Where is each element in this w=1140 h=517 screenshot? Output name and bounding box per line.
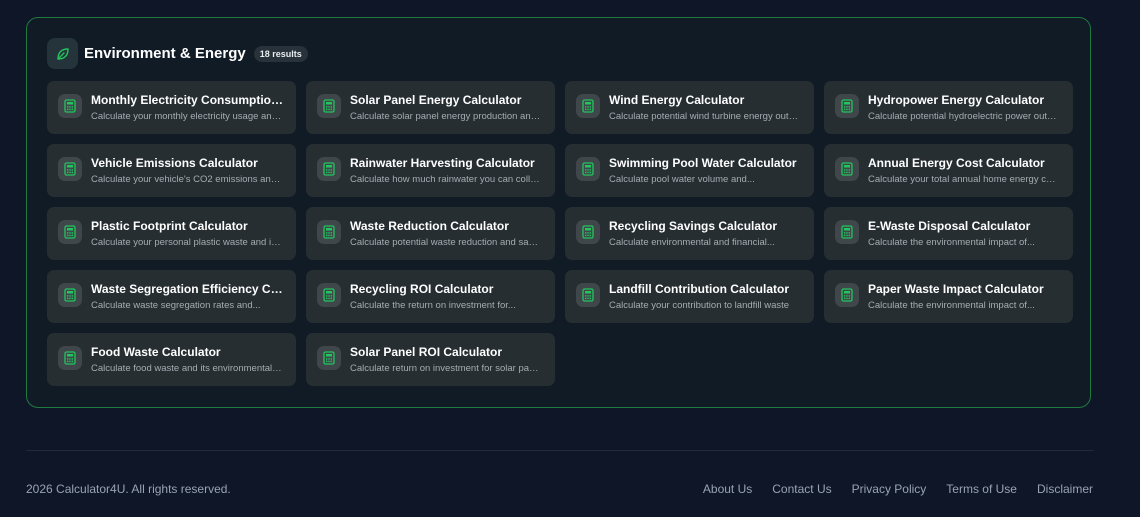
footer-link-privacy-policy[interactable]: Privacy Policy — [852, 482, 927, 496]
calculator-card-title: Landfill Contribution Calculator — [609, 282, 789, 296]
calculator-card-title: Food Waste Calculator — [91, 345, 221, 359]
calculator-card-description: Calculate your total annual home energy … — [868, 174, 1060, 185]
calculator-card[interactable]: Hydropower Energy Calculator Calculate po… — [824, 81, 1073, 134]
footer-link-about-us[interactable]: About Us — [703, 482, 752, 496]
calculator-card-title: Paper Waste Impact Calculator — [868, 282, 1044, 296]
calculator-card-title: Solar Panel Energy Calculator — [350, 93, 522, 107]
calculator-card-description: Calculate food waste and its environment… — [91, 363, 283, 374]
calculator-card[interactable]: Solar Panel Energy Calculator Calculate s… — [306, 81, 555, 134]
calculator-card-description: Calculate return on investment for solar… — [350, 363, 542, 374]
calculator-card-title: E-Waste Disposal Calculator — [868, 219, 1031, 233]
calculator-card[interactable]: Swimming Pool Water Calculator Calculate … — [565, 144, 814, 197]
calculator-icon — [58, 94, 82, 118]
calculator-card[interactable]: Paper Waste Impact Calculator Calculate t… — [824, 270, 1073, 323]
calculator-card[interactable]: Waste Reduction Calculator Calculate pote… — [306, 207, 555, 260]
category-header: Environment & Energy 18 results — [47, 38, 308, 69]
calculator-card[interactable]: Landfill Contribution Calculator Calculat… — [565, 270, 814, 323]
calculator-icon — [317, 94, 341, 118]
calculator-card[interactable]: Plastic Footprint Calculator Calculate yo… — [47, 207, 296, 260]
copyright-text: 2026 Calculator4U. All rights reserved. — [26, 482, 231, 496]
calculator-icon — [576, 220, 600, 244]
leaf-icon — [47, 38, 78, 69]
calculator-card-description: Calculate your personal plastic waste an… — [91, 237, 283, 248]
calculator-card-title: Plastic Footprint Calculator — [91, 219, 248, 233]
calculator-card-title: Waste Reduction Calculator — [350, 219, 509, 233]
calculator-card-title: Hydropower Energy Calculator — [868, 93, 1045, 107]
calculator-card[interactable]: Solar Panel ROI Calculator Calculate retu… — [306, 333, 555, 386]
calculator-card-description: Calculate the environmental impact of... — [868, 237, 1035, 248]
calculator-card-title: Swimming Pool Water Calculator — [609, 156, 797, 170]
calculator-card-title: Waste Segregation Efficiency Calculator — [91, 282, 287, 296]
calculator-card-description: Calculate pool water volume and... — [609, 174, 755, 185]
calculator-card-title: Annual Energy Cost Calculator — [868, 156, 1045, 170]
calculator-card[interactable]: Waste Segregation Efficiency Calculator C… — [47, 270, 296, 323]
calculator-icon — [58, 283, 82, 307]
calculator-icon — [835, 220, 859, 244]
calculator-card[interactable]: Recycling Savings Calculator Calculate en… — [565, 207, 814, 260]
footer-links: About Us Contact Us Privacy Policy Terms… — [703, 482, 1093, 496]
calculator-icon — [317, 157, 341, 181]
footer-link-contact-us[interactable]: Contact Us — [772, 482, 831, 496]
calculator-card-description: Calculate how much rainwater you can col… — [350, 174, 542, 185]
calculator-card[interactable]: E-Waste Disposal Calculator Calculate the… — [824, 207, 1073, 260]
calculator-icon — [58, 220, 82, 244]
calculator-card-description: Calculate potential hydroelectric power … — [868, 111, 1060, 122]
calculator-card-description: Calculate waste segregation rates and... — [91, 300, 261, 311]
calculator-icon — [58, 346, 82, 370]
calculator-card-title: Vehicle Emissions Calculator — [91, 156, 258, 170]
calculator-icon — [576, 283, 600, 307]
calculator-card[interactable]: Annual Energy Cost Calculator Calculate y… — [824, 144, 1073, 197]
calculator-card-title: Rainwater Harvesting Calculator — [350, 156, 535, 170]
calculator-icon — [576, 94, 600, 118]
calculator-icon — [317, 346, 341, 370]
calculator-card-description: Calculate environmental and financial... — [609, 237, 775, 248]
calculator-icon — [835, 157, 859, 181]
calculator-card[interactable]: Food Waste Calculator Calculate food wast… — [47, 333, 296, 386]
calculator-icon — [317, 220, 341, 244]
calculator-card[interactable]: Recycling ROI Calculator Calculate the re… — [306, 270, 555, 323]
calculator-icon — [835, 94, 859, 118]
calculator-card-title: Wind Energy Calculator — [609, 93, 745, 107]
footer-link-terms-of-use[interactable]: Terms of Use — [946, 482, 1017, 496]
calculator-icon — [58, 157, 82, 181]
footer-link-disclaimer[interactable]: Disclaimer — [1037, 482, 1093, 496]
calculator-card-description: Calculate the environmental impact of... — [868, 300, 1035, 311]
calculator-card-description: Calculate your monthly electricity usage… — [91, 111, 283, 122]
calculator-card-description: Calculate the return on investment for..… — [350, 300, 516, 311]
calculator-card-title: Recycling Savings Calculator — [609, 219, 778, 233]
calculator-card-title: Recycling ROI Calculator — [350, 282, 494, 296]
calculator-grid: Monthly Electricity Consumption Calculat… — [47, 81, 1073, 386]
calculator-card-description: Calculate solar panel energy production … — [350, 111, 542, 122]
calculator-card-title: Solar Panel ROI Calculator — [350, 345, 503, 359]
calculator-card[interactable]: Rainwater Harvesting Calculator Calculate… — [306, 144, 555, 197]
calculator-card-title: Monthly Electricity Consumption Calculat… — [91, 93, 287, 107]
calculator-icon — [576, 157, 600, 181]
calculator-card-description: Calculate your contribution to landfill … — [609, 300, 790, 311]
category-panel: Environment & Energy 18 results Monthly … — [26, 17, 1091, 408]
calculator-card[interactable]: Monthly Electricity Consumption Calculat… — [47, 81, 296, 134]
calculator-card-description: Calculate potential wind turbine energy … — [609, 111, 801, 122]
calculator-card[interactable]: Wind Energy Calculator Calculate potentia… — [565, 81, 814, 134]
calculator-card-description: Calculate your vehicle's CO2 emissions a… — [91, 174, 283, 185]
calculator-icon — [835, 283, 859, 307]
calculator-card-description: Calculate potential waste reduction and … — [350, 237, 542, 248]
calculator-icon — [317, 283, 341, 307]
results-count-badge: 18 results — [253, 45, 308, 62]
category-title: Environment & Energy — [84, 45, 246, 62]
calculator-card[interactable]: Vehicle Emissions Calculator Calculate yo… — [47, 144, 296, 197]
footer-divider — [26, 450, 1094, 451]
